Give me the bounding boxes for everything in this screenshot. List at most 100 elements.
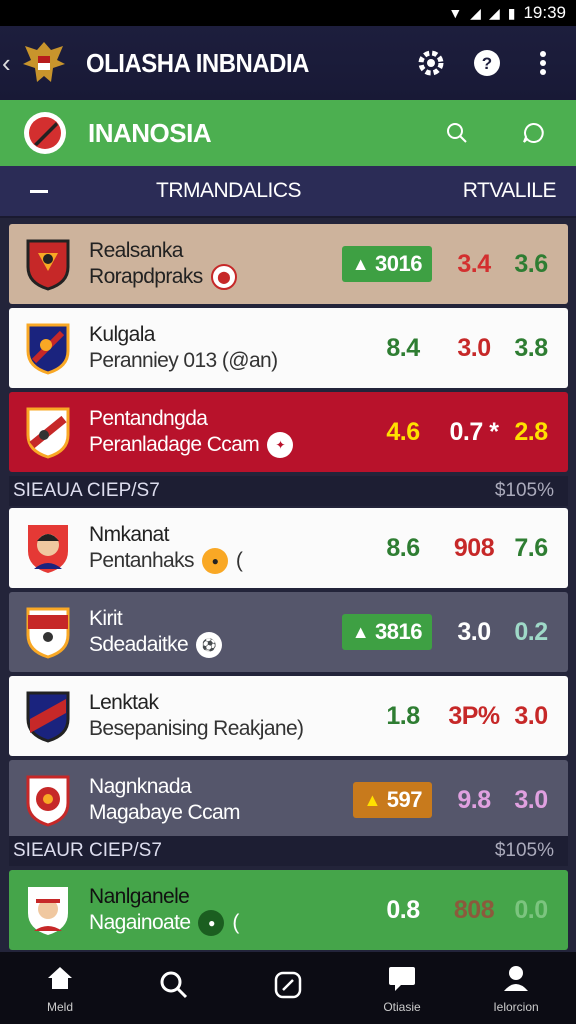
odds-away[interactable]: 7.6 xyxy=(506,534,556,563)
club-shield-icon xyxy=(23,320,73,376)
team-sub: Besepanising Reakjane) xyxy=(89,717,304,740)
odds-away[interactable]: 2.8 xyxy=(506,418,556,447)
odds-home[interactable]: 1.8 xyxy=(364,702,442,731)
odds-draw[interactable]: 3.4 xyxy=(442,250,506,279)
club-shield-icon xyxy=(23,604,73,660)
odds-draw[interactable]: 9.8 xyxy=(442,786,506,815)
odds-away[interactable]: 0.2 xyxy=(506,618,556,647)
chat-bubble-icon[interactable] xyxy=(518,118,548,148)
settings-gear-icon[interactable] xyxy=(416,48,446,78)
country-title: INANOSIA xyxy=(88,117,212,148)
odds-home[interactable]: 8.4 xyxy=(364,334,442,363)
odds-home[interactable]: 4.6 xyxy=(364,418,442,447)
battery-icon: ▮ xyxy=(507,4,516,21)
nav-label: Meld xyxy=(46,1000,73,1014)
profile-icon xyxy=(500,962,532,994)
odds-draw[interactable]: 3.0 xyxy=(442,618,506,647)
status-time: 19:39 xyxy=(523,3,566,22)
nav-label: Ielorcion xyxy=(493,1000,539,1014)
odds-draw[interactable]: 808 xyxy=(442,896,506,925)
odds-away[interactable]: 3.6 xyxy=(506,250,556,279)
section-label: SIEAUR CIEP/S7 xyxy=(13,840,162,861)
search-icon[interactable] xyxy=(442,118,472,148)
odds-away[interactable]: 3.8 xyxy=(506,334,556,363)
odds-home[interactable]: 8.6 xyxy=(364,534,442,563)
odds-draw[interactable]: 908 xyxy=(442,534,506,563)
odds-home[interactable]: 0.8 xyxy=(364,896,442,925)
nav-explore[interactable] xyxy=(248,969,328,1007)
team-sub: Peranniey 013 (@an) xyxy=(89,349,278,372)
odds-pill[interactable]: ▲ 3816 xyxy=(341,614,432,650)
back-icon[interactable]: ‹ xyxy=(2,48,20,79)
team-name: Pentandngda xyxy=(89,406,208,430)
match-row[interactable]: Nagnknada Magabaye Ccam ▲ 597 9.8 3.0 xyxy=(9,760,568,840)
team-name: Lenktak xyxy=(89,690,159,714)
team-sub: Sdeadaitke xyxy=(89,633,189,656)
club-badge-icon: ⚽ xyxy=(196,632,223,659)
compass-icon xyxy=(272,969,304,1001)
team-sub: Peranladage Ccam xyxy=(89,433,260,456)
help-icon[interactable]: ? xyxy=(472,48,502,78)
nav-home[interactable]: Meld xyxy=(20,962,100,1014)
match-row[interactable]: Nanlganele Nagainoate ●( 0.8 808 0.0 xyxy=(9,870,568,950)
section-divider: SIEAUR CIEP/S7 $105% xyxy=(9,836,568,866)
nav-search[interactable] xyxy=(134,969,214,1007)
club-shield-icon xyxy=(23,236,73,292)
odds-away[interactable]: 0.0 xyxy=(506,896,556,925)
section-divider: SIEAUA CIEP/S7 $105% xyxy=(9,476,568,506)
team-name: Kulgala xyxy=(89,322,155,346)
signal-icon: ◢ xyxy=(470,4,481,21)
odds-away[interactable]: 3.0 xyxy=(506,786,556,815)
odds-away[interactable]: 3.0 xyxy=(506,702,556,731)
arrow-up-icon: ▲ xyxy=(351,253,370,274)
country-bar: INANOSIA xyxy=(0,100,576,166)
player-avatar xyxy=(23,520,73,576)
nav-chat[interactable]: Otiasie xyxy=(362,962,442,1014)
match-row[interactable]: Lenktak Besepanising Reakjane) 1.8 3P% 3… xyxy=(9,676,568,756)
column-label-right: RTVALILE xyxy=(462,179,557,202)
app-title: OLIASHA INBNADIA xyxy=(86,47,309,78)
team-name: Realsanka xyxy=(89,238,183,262)
team-sub: Pentanhaks xyxy=(89,549,195,572)
team-name: Nmkanat xyxy=(89,522,169,546)
odds-pill[interactable]: ▲ 597 xyxy=(353,782,432,818)
club-shield-icon xyxy=(23,404,73,460)
club-shield-icon xyxy=(23,688,73,744)
section-value: $105% xyxy=(494,840,554,861)
match-row[interactable]: Nmkanat Pentanhaks ●( 8.6 908 7.6 xyxy=(9,508,568,588)
team-name: Kirit xyxy=(89,606,123,630)
odds-draw[interactable]: 3.0 xyxy=(442,334,506,363)
match-row[interactable]: Kirit Sdeadaitke ⚽ ▲ 3816 3.0 0.2 xyxy=(9,592,568,672)
section-value: $105% xyxy=(494,480,554,501)
club-badge-icon: ● xyxy=(198,910,225,937)
bottom-nav: Meld Otiasie Ielorcion xyxy=(0,952,576,1024)
match-row[interactable]: Pentandngda Peranladage Ccam ✦ 4.6 0.7 * … xyxy=(9,392,568,472)
match-row[interactable]: Kulgala Peranniey 013 (@an) 8.4 3.0 3.8 xyxy=(9,308,568,388)
app-bar: ‹ OLIASHA INBNADIA ? xyxy=(0,26,576,100)
home-icon xyxy=(44,962,76,994)
arrow-up-icon: ▲ xyxy=(351,621,370,642)
team-name: Nagnknada xyxy=(89,774,192,798)
odds-pill[interactable]: ▲ 3016 xyxy=(341,246,432,282)
more-vert-icon[interactable] xyxy=(528,48,558,78)
club-badge-icon: ⬤ xyxy=(210,264,237,291)
odds-draw[interactable]: 0.7 * xyxy=(442,418,506,447)
search-icon xyxy=(158,969,190,1001)
player-avatar xyxy=(23,882,73,938)
column-label-left: TRMANDALICS xyxy=(156,179,302,202)
collapse-icon[interactable] xyxy=(30,189,48,193)
wifi-icon: ▼ xyxy=(448,5,463,21)
signal-icon-2: ◢ xyxy=(488,4,500,21)
club-shield-icon xyxy=(23,772,73,828)
nav-profile[interactable]: Ielorcion xyxy=(476,962,556,1014)
column-header: TRMANDALICS RTVALILE xyxy=(0,166,576,218)
team-sub: Rorapdpraks xyxy=(89,265,203,288)
section-label: SIEAUA CIEP/S7 xyxy=(13,480,160,501)
team-sub: Nagainoate xyxy=(89,911,191,934)
club-badge-icon: ● xyxy=(201,548,228,575)
team-sub: Magabaye Ccam xyxy=(89,801,241,824)
match-row[interactable]: Realsanka Rorapdpraks ⬤ ▲ 3016 3.4 3.6 xyxy=(9,224,568,304)
club-badge-icon: ✦ xyxy=(267,432,294,459)
odds-draw[interactable]: 3P% xyxy=(442,702,506,731)
status-bar: ▼ ◢ ◢ ▮ 19:39 xyxy=(0,0,576,26)
